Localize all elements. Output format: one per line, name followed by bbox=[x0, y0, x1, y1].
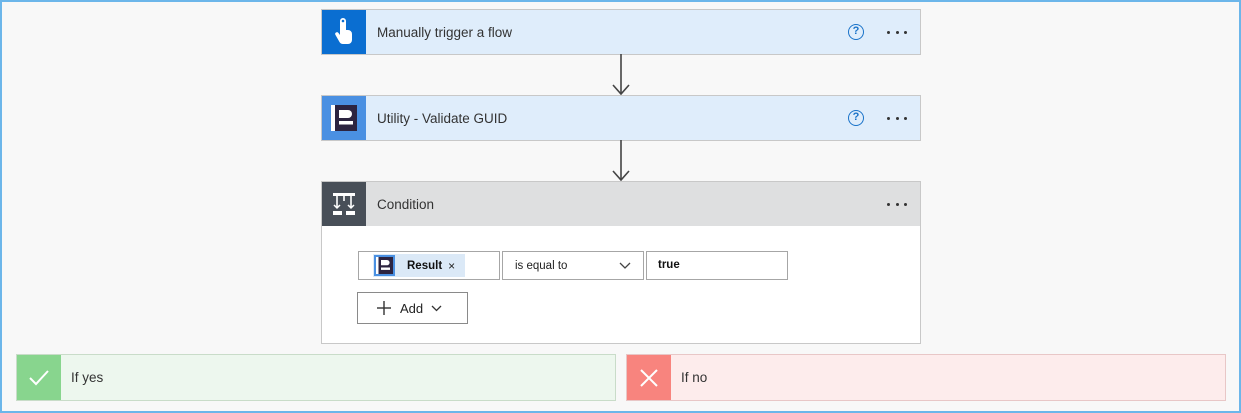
touch-hand-icon bbox=[322, 10, 366, 54]
if-yes-label: If yes bbox=[71, 370, 104, 385]
utility-card-header[interactable]: Utility - Validate GUID ? bbox=[322, 96, 920, 140]
operator-dropdown[interactable]: is equal to bbox=[502, 251, 644, 280]
more-options-icon[interactable] bbox=[885, 194, 909, 214]
close-icon bbox=[627, 355, 671, 400]
condition-card[interactable]: Condition Result × is equal to true Add bbox=[321, 181, 921, 344]
trigger-title: Manually trigger a flow bbox=[377, 24, 513, 40]
if-yes-branch[interactable]: If yes bbox=[16, 354, 616, 401]
connector-arrow bbox=[612, 140, 630, 182]
utility-card[interactable]: Utility - Validate GUID ? bbox=[321, 95, 921, 141]
add-button[interactable]: Add bbox=[357, 292, 468, 324]
condition-title: Condition bbox=[377, 196, 435, 212]
token-label: Result bbox=[407, 259, 443, 272]
condition-card-header[interactable]: Condition bbox=[322, 182, 920, 226]
chevron-down-icon bbox=[619, 262, 631, 269]
condition-body: Result × is equal to true Add bbox=[322, 226, 920, 343]
help-icon[interactable]: ? bbox=[848, 110, 864, 126]
add-label: Add bbox=[400, 300, 424, 316]
more-options-icon[interactable] bbox=[885, 22, 909, 42]
condition-value-input[interactable]: true bbox=[646, 251, 788, 280]
trigger-card-header[interactable]: Manually trigger a flow ? bbox=[322, 10, 920, 54]
dynamic-content-token[interactable]: Result × bbox=[373, 254, 465, 277]
trigger-card[interactable]: Manually trigger a flow ? bbox=[321, 9, 921, 55]
utility-title: Utility - Validate GUID bbox=[377, 110, 508, 126]
operator-label: is equal to bbox=[515, 259, 568, 272]
condition-left-operand[interactable]: Result × bbox=[358, 251, 500, 280]
condition-icon bbox=[322, 182, 366, 226]
if-no-label: If no bbox=[681, 370, 708, 385]
plus-icon bbox=[377, 301, 391, 315]
chevron-down-icon bbox=[431, 305, 442, 311]
connector-arrow bbox=[612, 54, 630, 96]
if-no-branch[interactable]: If no bbox=[626, 354, 1226, 401]
remove-token-icon[interactable]: × bbox=[448, 260, 455, 272]
utility-logo-icon bbox=[322, 96, 366, 140]
utility-logo-icon bbox=[374, 255, 395, 276]
checkmark-icon bbox=[17, 355, 61, 400]
help-icon[interactable]: ? bbox=[848, 24, 864, 40]
more-options-icon[interactable] bbox=[885, 108, 909, 128]
